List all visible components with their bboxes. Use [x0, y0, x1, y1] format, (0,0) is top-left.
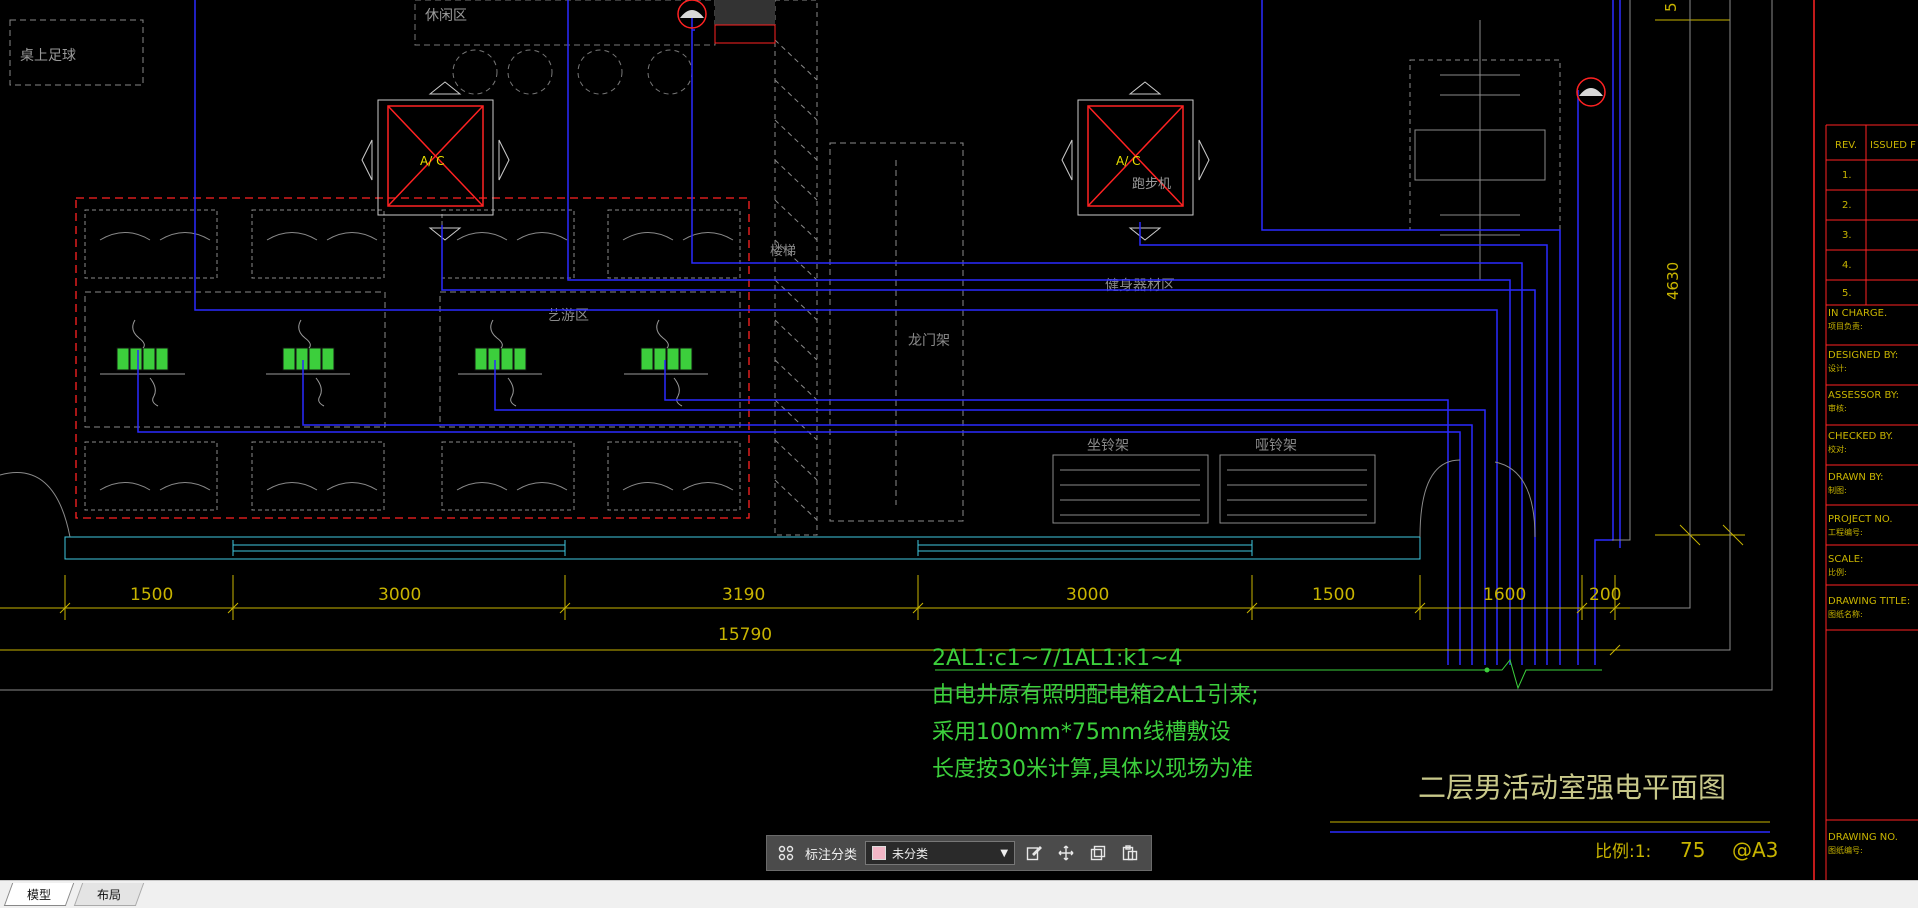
door-swings: [0, 459, 1536, 538]
note-line-1: 2AL1:c1~7/1AL1:k1~4: [932, 646, 1183, 671]
note-line-2: 由电井原有照明配电箱2AL1引来;: [932, 683, 1259, 708]
stairs-label: 楼梯: [770, 244, 796, 259]
tabletop-zone-label: 桌上足球: [20, 48, 76, 64]
rest-area-stools: [452, 49, 693, 95]
svg-text:项目负责:: 项目负责:: [1828, 321, 1863, 331]
svg-text:设计:: 设计:: [1828, 363, 1847, 373]
treadmill-label: 跑步机: [1132, 177, 1171, 192]
dim-6: 1600: [1483, 585, 1526, 605]
category-color-swatch: [872, 846, 887, 860]
copy-icon[interactable]: [1085, 840, 1111, 866]
rest-zone-label: 休闲区: [425, 8, 467, 24]
ceiling-lamp-right: [1576, 77, 1606, 107]
edit-icon[interactable]: [1021, 840, 1047, 866]
svg-text:图纸编号:: 图纸编号:: [1828, 845, 1863, 855]
seat-rack-label: 坐铃架: [1087, 438, 1129, 454]
door-frame-label: 龙门架: [908, 333, 950, 349]
svg-text:ASSESSOR BY:: ASSESSOR BY:: [1828, 390, 1899, 401]
svg-text:PROJECT NO.: PROJECT NO.: [1828, 514, 1893, 525]
category-value: 未分类: [892, 846, 929, 861]
total-dimension: 15790: [718, 625, 772, 645]
title-block-fields: IN CHARGE. 项目负责: DESIGNED BY: 设计: ASSESSOR…: [1828, 308, 1910, 855]
svg-text:SCALE:: SCALE:: [1828, 554, 1863, 565]
svg-text:DRAWN BY:: DRAWN BY:: [1828, 472, 1884, 483]
annotation-toolbar: 标注分类 未分类 ▼: [766, 835, 1152, 871]
dim-5: 1500: [1312, 585, 1355, 605]
top-dimension-value: 5: [1662, 2, 1680, 12]
scale-value: 75: [1680, 838, 1705, 862]
rev-2: 2.: [1842, 200, 1852, 211]
equipment-outline: [714, 24, 776, 44]
dim-1: 1500: [130, 585, 173, 605]
tab-model[interactable]: 模型: [3, 883, 75, 906]
window-wall: [64, 536, 1421, 560]
svg-text:工程编号:: 工程编号:: [1828, 527, 1863, 537]
rev-1: 1.: [1842, 170, 1852, 181]
horizontal-dimension-line: [0, 575, 1630, 656]
paper-size: @A3: [1732, 838, 1778, 862]
layout-tab-bar: 模型 布局: [0, 880, 1918, 908]
ac-unit-right: A/ C 跑步机: [1061, 81, 1210, 241]
note-line-3: 采用100mm*75mm线槽敷设: [932, 720, 1231, 745]
ac-unit-left: A/ C: [361, 81, 510, 241]
rev-header: REV.: [1835, 140, 1857, 151]
note-line-4: 长度按30米计算,具体以现场为准: [932, 757, 1253, 782]
tab-model-label: 模型: [27, 887, 52, 902]
ac-label-right: A/ C: [1116, 154, 1140, 168]
dim-7: 200: [1589, 585, 1621, 605]
paste-icon[interactable]: [1117, 840, 1143, 866]
svg-text:审核:: 审核:: [1828, 403, 1847, 413]
tab-layout[interactable]: 布局: [73, 883, 145, 906]
svg-text:图纸名称:: 图纸名称:: [1828, 609, 1863, 619]
svg-text:CHECKED BY.: CHECKED BY.: [1828, 431, 1893, 442]
dim-3: 3190: [722, 585, 765, 605]
chevron-down-icon: ▼: [1000, 847, 1009, 859]
equipment-block: [715, 0, 775, 25]
rev-5: 5.: [1842, 288, 1852, 299]
dim-2: 3000: [378, 585, 421, 605]
blue-wiring: [137, 0, 1621, 665]
category-select[interactable]: 未分类 ▼: [865, 841, 1016, 865]
svg-text:比例:: 比例:: [1828, 567, 1847, 577]
cad-drawing-canvas[interactable]: 桌上足球 休闲区 艺游区 A/ C A/ C 跑步机 楼梯 龙门架 健身器材区 …: [0, 0, 1918, 880]
svg-text:DRAWING NO.: DRAWING NO.: [1828, 832, 1898, 843]
gym-machine: [1409, 20, 1561, 280]
svg-text:校对:: 校对:: [1828, 444, 1847, 454]
rev-3: 3.: [1842, 230, 1852, 241]
grid-icon[interactable]: [773, 840, 799, 866]
racks: [1052, 454, 1376, 524]
issued-header: ISSUED F: [1870, 140, 1916, 151]
svg-text:制图:: 制图:: [1828, 485, 1847, 495]
rev-4: 4.: [1842, 260, 1852, 271]
scale-label: 比例:1:: [1595, 842, 1651, 862]
drawing-title: 二层男活动室强电平面图: [1418, 771, 1726, 804]
dumbbell-rack-label: 哑铃架: [1255, 438, 1297, 454]
svg-text:DRAWING TITLE:: DRAWING TITLE:: [1828, 596, 1910, 607]
dim-4: 3000: [1066, 585, 1109, 605]
socket-groups: [100, 319, 708, 407]
svg-text:DESIGNED BY:: DESIGNED BY:: [1828, 350, 1898, 361]
svg-text:IN CHARGE.: IN CHARGE.: [1828, 308, 1887, 319]
category-label: 标注分类: [805, 847, 858, 863]
tab-layout-label: 布局: [97, 887, 122, 902]
vertical-dimension-value: 4630: [1664, 262, 1682, 300]
ac-label-left: A/ C: [420, 154, 444, 168]
staircase: 楼梯: [770, 0, 818, 536]
move-icon[interactable]: [1053, 840, 1079, 866]
